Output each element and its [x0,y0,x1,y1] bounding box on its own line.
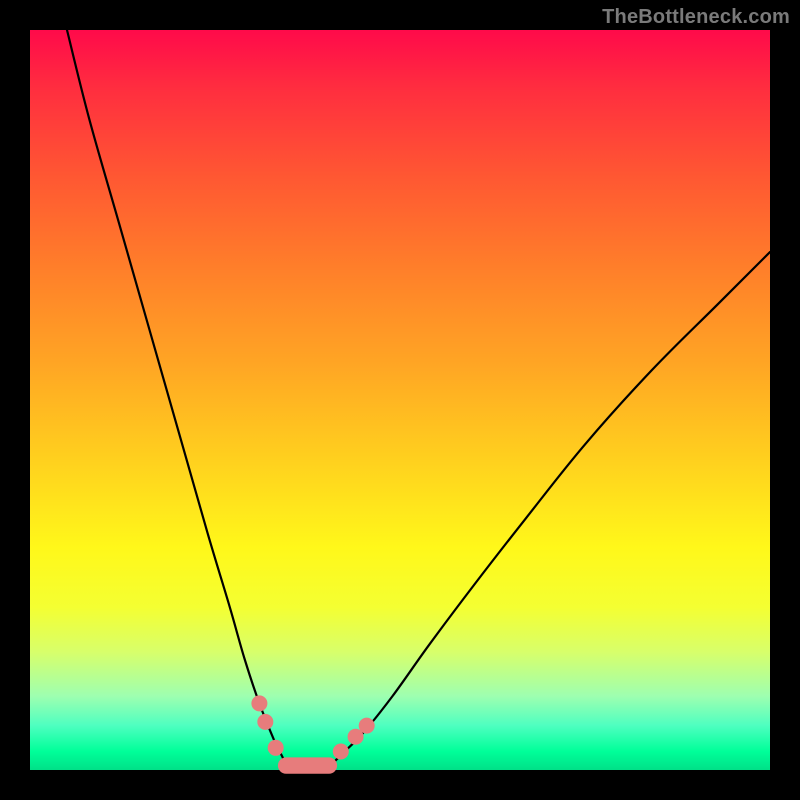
data-marker [333,744,349,760]
data-marker [251,695,267,711]
curve-left-branch [67,30,289,770]
data-marker [359,718,375,734]
chart-svg [30,30,770,770]
data-marker [257,714,273,730]
plot-area [30,30,770,770]
data-marker [268,740,284,756]
valley-bottom-bar [278,757,337,773]
curve-right-branch [326,252,770,770]
markers-left-group [251,695,283,755]
markers-right-group [333,718,375,760]
watermark-text: TheBottleneck.com [602,6,790,29]
chart-frame: TheBottleneck.com [0,0,800,800]
